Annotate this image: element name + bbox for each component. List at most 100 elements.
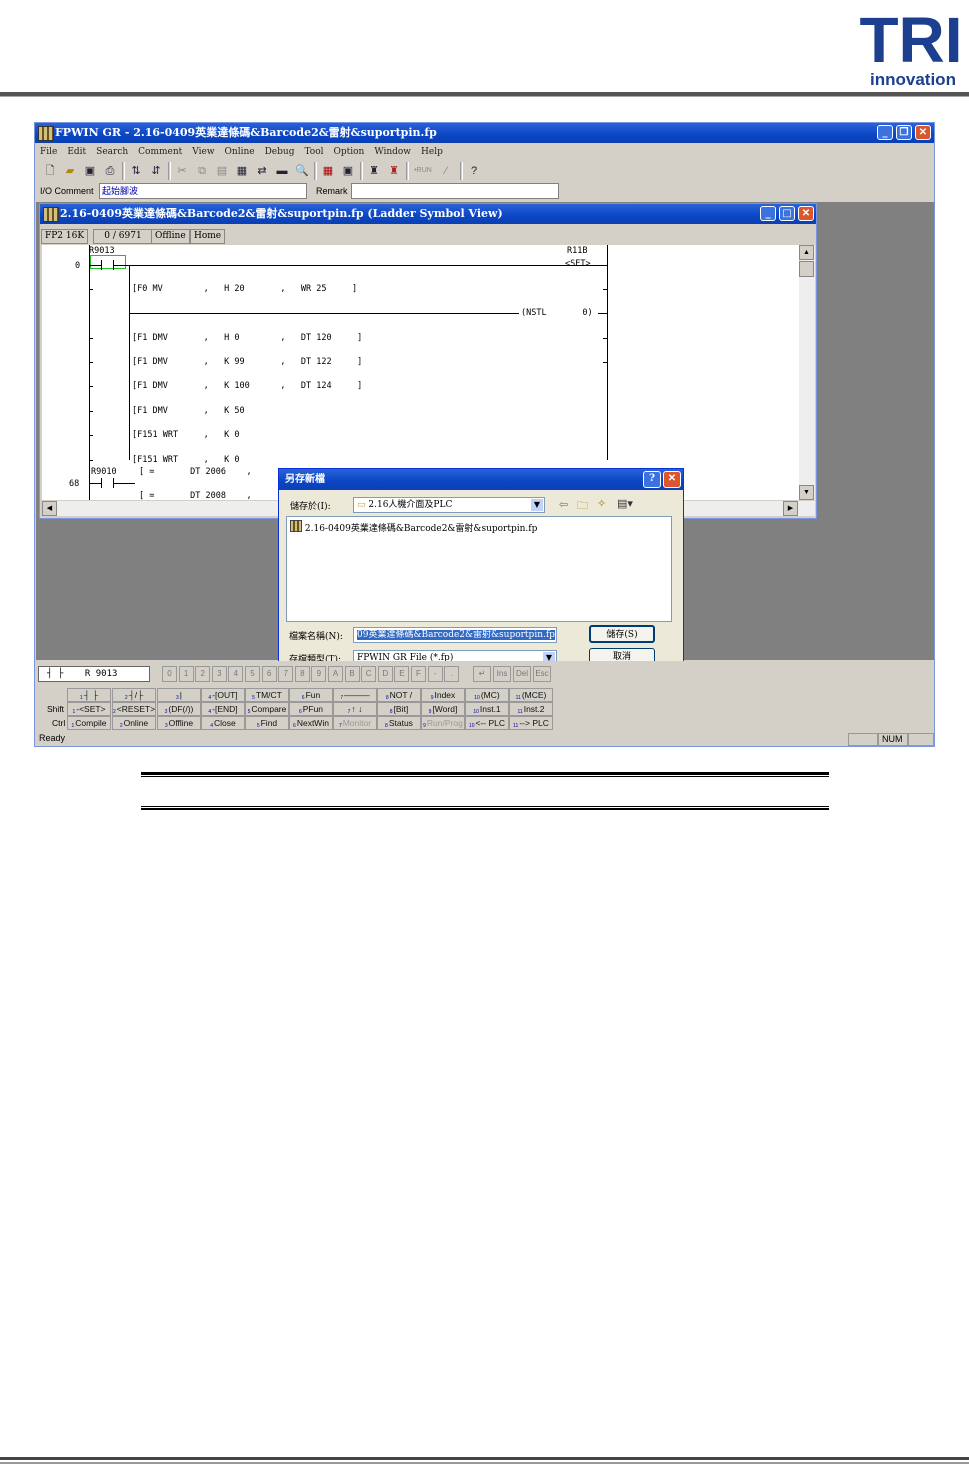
menu-help[interactable]: Help	[416, 143, 448, 157]
view-menu-icon[interactable]: ▤▾	[617, 497, 633, 510]
remark-field[interactable]	[351, 183, 559, 199]
function-key[interactable]: 4-[END]	[201, 702, 245, 716]
key-A[interactable]: A	[328, 666, 343, 682]
io-comment-field[interactable]: 起始腳波	[99, 183, 307, 199]
function-key[interactable]: 6NextWin	[289, 716, 333, 730]
key-E[interactable]: E	[394, 666, 410, 682]
scroll-up-icon[interactable]: ▲	[799, 245, 814, 260]
function-key[interactable]: 8Status	[377, 716, 421, 730]
function-key[interactable]: 4-[OUT]	[201, 688, 245, 702]
new-folder-icon[interactable]: ✧	[597, 497, 606, 510]
cut-icon[interactable]: ✂	[174, 163, 190, 179]
line-icon[interactable]: ▬	[274, 163, 290, 179]
key-6[interactable]: 6	[261, 666, 277, 682]
ladder-maximize-button[interactable]: □	[779, 206, 795, 221]
key-D[interactable]: D	[377, 666, 393, 682]
dialog-titlebar[interactable]: 另存新檔 ? ✕	[279, 469, 683, 490]
edit-online-icon[interactable]: ⁄	[438, 163, 454, 179]
key-3[interactable]: 3	[211, 666, 227, 682]
dialog-close-button[interactable]: ✕	[663, 471, 681, 488]
download-icon[interactable]: ⇵	[148, 163, 164, 179]
close-button[interactable]: ✕	[915, 125, 931, 140]
function-key[interactable]: 1-<SET>	[67, 702, 111, 716]
key-5[interactable]: 5	[245, 666, 260, 682]
del-key[interactable]: Del	[513, 666, 531, 682]
ladder-vertical-scrollbar[interactable]: ▲ ▼	[799, 245, 815, 500]
function-key[interactable]: 1Compile	[67, 716, 111, 730]
function-key[interactable]: 9[Word]	[421, 702, 465, 716]
function-key[interactable]: 10(MC)	[465, 688, 509, 702]
grid-icon[interactable]: ▦	[234, 163, 250, 179]
key-8[interactable]: 8	[294, 666, 310, 682]
function-key[interactable]: 2<RESET>	[112, 702, 156, 716]
app-titlebar[interactable]: FPWIN GR - 2.16-0409英業達條碼&Barcode2&雷射&su…	[35, 123, 934, 143]
find-icon[interactable]: 🔍	[294, 163, 310, 179]
instruction-input-display[interactable]: ┤ ├ R 9013	[38, 666, 150, 682]
function-key[interactable]: 10Inst.1	[465, 702, 509, 716]
save-in-dropdown[interactable]: ▭ 2.16人機介面及PLC ▼	[353, 497, 545, 513]
ladder-minimize-button[interactable]: _	[760, 206, 776, 221]
function-key[interactable]: 11--> PLC	[509, 716, 553, 730]
function-key[interactable]: 6PFun	[289, 702, 333, 716]
function-key[interactable]: 10<-- PLC	[465, 716, 509, 730]
cursor-box[interactable]	[90, 255, 126, 269]
function-key[interactable]: 2Online	[112, 716, 156, 730]
key-4[interactable]: 4	[228, 666, 244, 682]
ladder-titlebar[interactable]: 2.16-0409英業達條碼&Barcode2&雷射&suportpin.fp …	[40, 204, 816, 224]
plc-icon[interactable]: ▣	[340, 163, 356, 179]
open-folder-icon[interactable]: ▰	[62, 163, 78, 179]
menu-tool[interactable]: Tool	[299, 143, 328, 157]
key-2[interactable]: 2	[195, 666, 211, 682]
function-key[interactable]: 7↑ ↓	[333, 702, 377, 716]
help-button[interactable]: ?	[643, 471, 661, 488]
save-button[interactable]: 儲存(S)	[589, 625, 655, 643]
function-key[interactable]: 7Monitor	[333, 716, 377, 730]
function-key[interactable]: 4Close	[201, 716, 245, 730]
save-icon[interactable]: ▣	[82, 163, 98, 179]
new-file-icon[interactable]: 🗋	[42, 163, 58, 179]
file-item[interactable]: 2.16-0409英業達條碼&Barcode2&雷射&suportpin.fp	[290, 520, 537, 534]
monitor-icon[interactable]: ▦	[320, 163, 336, 179]
function-key[interactable]: 8NOT /	[377, 688, 421, 702]
key-B[interactable]: B	[344, 666, 360, 682]
print-icon[interactable]: ⎙	[102, 163, 118, 179]
key-C[interactable]: C	[361, 666, 377, 682]
function-key[interactable]: 11Inst.2	[509, 702, 553, 716]
function-key[interactable]: 8[Bit]	[377, 702, 421, 716]
menu-file[interactable]: File	[35, 143, 62, 157]
key-9[interactable]: 9	[311, 666, 327, 682]
back-icon[interactable]: ⇦	[559, 498, 568, 511]
function-key[interactable]: 9Run/Prog	[421, 716, 465, 730]
filename-input[interactable]: 09英業達條碼&Barcode2&雷射&suportpin.fp	[353, 627, 557, 643]
restore-button[interactable]: ❐	[896, 125, 912, 140]
menu-online[interactable]: Online	[220, 143, 260, 157]
function-key[interactable]: 9Index	[421, 688, 465, 702]
ins-key[interactable]: Ins	[493, 666, 511, 682]
esc-key[interactable]: Esc	[533, 666, 551, 682]
up-folder-icon[interactable]: 🗀	[577, 497, 588, 516]
key-1[interactable]: 1	[178, 666, 194, 682]
key-F[interactable]: F	[411, 666, 426, 682]
paste-icon[interactable]: ▤	[214, 163, 230, 179]
menu-comment[interactable]: Comment	[133, 143, 187, 157]
ladder-diagram[interactable]: 0 68 R9013 R11B <SET> [F0 MV , H 20 , WR…	[42, 245, 799, 500]
replace-icon[interactable]: ⇄	[254, 163, 270, 179]
minimize-button[interactable]: _	[877, 125, 893, 140]
menu-option[interactable]: Option	[329, 143, 370, 157]
help-icon[interactable]: ?	[466, 163, 482, 179]
function-key[interactable]: 3(DF(/))	[157, 702, 201, 716]
key-7[interactable]: 7	[278, 666, 294, 682]
function-key[interactable]: 1┤ ├	[67, 688, 111, 702]
enter-key[interactable]: ↵	[473, 666, 491, 682]
stop-icon[interactable]: ♜	[386, 163, 402, 179]
menu-edit[interactable]: Edit	[62, 143, 91, 157]
menu-search[interactable]: Search	[91, 143, 133, 157]
copy-icon[interactable]: ⧉	[194, 163, 210, 179]
menu-window[interactable]: Window	[369, 143, 416, 157]
scroll-thumb[interactable]	[799, 261, 814, 277]
scroll-left-icon[interactable]: ◀	[42, 501, 57, 516]
scroll-right-icon[interactable]: ▶	[783, 501, 798, 516]
function-key[interactable]: 5Compare	[245, 702, 289, 716]
menu-debug[interactable]: Debug	[260, 143, 300, 157]
function-key[interactable]: 6Fun	[289, 688, 333, 702]
